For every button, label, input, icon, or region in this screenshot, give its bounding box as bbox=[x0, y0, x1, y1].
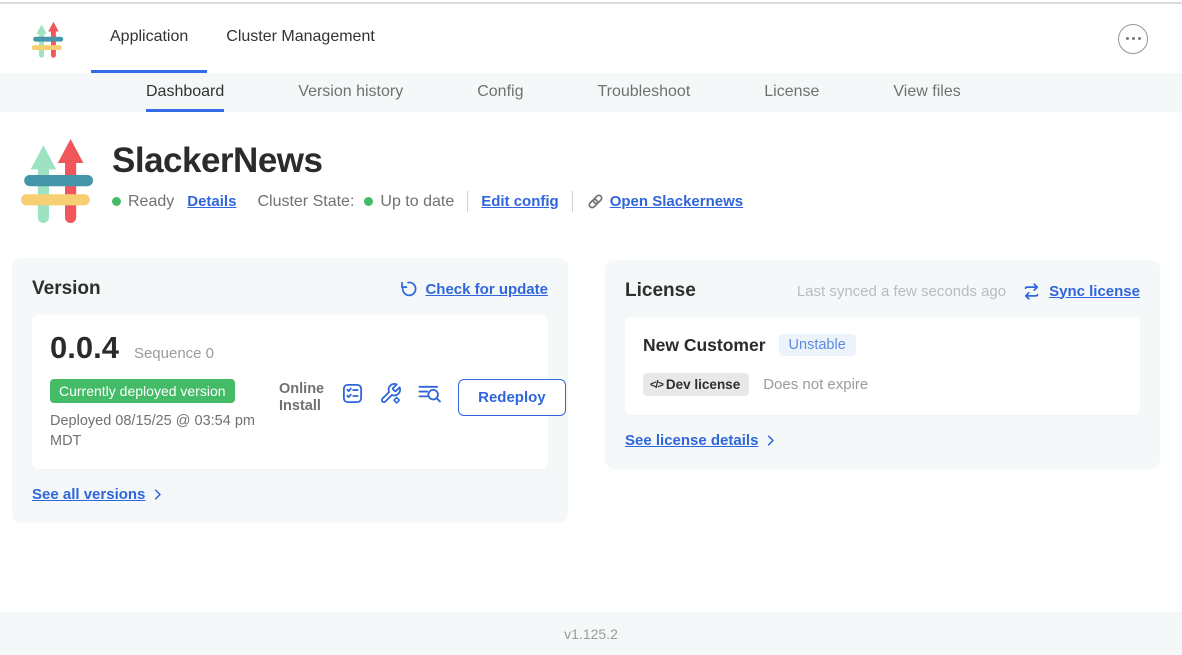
check-for-update-link[interactable]: Check for update bbox=[425, 281, 548, 298]
dashboard-cards: Version Check for update 0.0.4 Sequence … bbox=[12, 258, 1170, 523]
tab-cluster-management[interactable]: Cluster Management bbox=[207, 4, 394, 73]
edit-config-link[interactable]: Edit config bbox=[481, 193, 559, 210]
customer-name: New Customer bbox=[643, 335, 766, 356]
tab-application-label: Application bbox=[110, 28, 188, 46]
install-type-line1: Online bbox=[279, 381, 324, 398]
see-all-versions-link[interactable]: See all versions bbox=[32, 486, 145, 503]
config-wrench-icon[interactable] bbox=[379, 382, 402, 405]
check-update-group: Check for update bbox=[399, 280, 548, 298]
license-type-badge: </> Dev license bbox=[643, 373, 749, 396]
subtab-version-history-label: Version history bbox=[298, 83, 403, 101]
top-nav-right bbox=[1118, 4, 1182, 73]
deploy-logs-icon[interactable] bbox=[417, 382, 442, 405]
open-slackernews-link[interactable]: Open Slackernews bbox=[610, 193, 743, 210]
app-header-text: SlackerNews Ready Details Cluster State:… bbox=[112, 134, 743, 224]
see-all-versions-row: See all versions bbox=[32, 486, 548, 503]
current-version-panel: 0.0.4 Sequence 0 Currently deployed vers… bbox=[32, 315, 548, 469]
admin-console-screen: Application Cluster Management Dashboard… bbox=[0, 0, 1182, 655]
subtab-dashboard-label: Dashboard bbox=[146, 83, 224, 101]
divider bbox=[467, 191, 468, 212]
open-app-group: Open Slackernews bbox=[586, 192, 743, 211]
deployed-status-badge: Currently deployed version bbox=[50, 379, 235, 403]
license-detail-panel: New Customer Unstable </> Dev license Do… bbox=[625, 317, 1140, 415]
license-card: License Last synced a few seconds ago Sy… bbox=[605, 260, 1160, 469]
deployed-timestamp: Deployed 08/15/25 @ 03:54 pm MDT bbox=[50, 412, 255, 451]
cluster-state-dot bbox=[364, 197, 373, 206]
subtab-config[interactable]: Config bbox=[477, 73, 523, 112]
preflight-checks-icon[interactable] bbox=[341, 382, 364, 405]
subtab-view-files[interactable]: View files bbox=[893, 73, 960, 112]
console-version-label: v1.125.2 bbox=[564, 626, 618, 642]
cluster-state-label: Cluster State: bbox=[257, 193, 354, 211]
app-status-dot bbox=[112, 197, 121, 206]
top-nav: Application Cluster Management bbox=[0, 4, 1182, 73]
app-status-row: Ready Details Cluster State: Up to date … bbox=[112, 191, 743, 212]
subtab-license[interactable]: License bbox=[764, 73, 819, 112]
version-card: Version Check for update 0.0.4 Sequence … bbox=[12, 258, 568, 523]
slackernews-app-icon bbox=[17, 134, 97, 224]
code-brackets-icon: </> bbox=[650, 379, 663, 391]
sync-license-group: Last synced a few seconds ago Sync licen… bbox=[797, 282, 1140, 301]
see-license-details-row: See license details bbox=[625, 432, 1140, 449]
app-status-text: Ready bbox=[128, 193, 174, 211]
license-expiry-text: Does not expire bbox=[763, 376, 868, 393]
chevron-right-icon bbox=[763, 433, 778, 448]
brand-logo bbox=[30, 4, 65, 73]
version-card-header: Version Check for update bbox=[32, 278, 548, 300]
install-type-line2: Install bbox=[279, 398, 324, 415]
version-number: 0.0.4 bbox=[50, 330, 119, 366]
version-card-title: Version bbox=[32, 278, 101, 300]
see-license-details-link[interactable]: See license details bbox=[625, 432, 758, 449]
redeploy-button[interactable]: Redeploy bbox=[458, 379, 566, 416]
cluster-state-value: Up to date bbox=[380, 193, 454, 211]
refresh-icon bbox=[399, 280, 417, 298]
slackernews-logo-icon bbox=[30, 18, 65, 59]
tab-application[interactable]: Application bbox=[91, 4, 207, 73]
license-card-title: License bbox=[625, 280, 696, 302]
chevron-right-icon bbox=[150, 487, 165, 502]
subtab-config-label: Config bbox=[477, 83, 523, 101]
page-title: SlackerNews bbox=[112, 141, 743, 181]
deployed-info: Currently deployed version Deployed 08/1… bbox=[50, 379, 255, 451]
version-number-row: 0.0.4 Sequence 0 bbox=[50, 330, 530, 366]
sync-license-link[interactable]: Sync license bbox=[1049, 283, 1140, 300]
subtab-license-label: License bbox=[764, 83, 819, 101]
customer-row: New Customer Unstable bbox=[643, 334, 1122, 356]
subtab-troubleshoot[interactable]: Troubleshoot bbox=[597, 73, 690, 112]
license-type-label: Dev license bbox=[666, 377, 740, 392]
install-type-label: Online Install bbox=[279, 379, 324, 416]
last-synced-text: Last synced a few seconds ago bbox=[797, 283, 1006, 300]
sequence-label: Sequence 0 bbox=[134, 345, 214, 362]
divider bbox=[572, 191, 573, 212]
console-footer: v1.125.2 bbox=[0, 612, 1182, 655]
app-header: SlackerNews Ready Details Cluster State:… bbox=[0, 112, 1182, 224]
subtab-version-history[interactable]: Version history bbox=[298, 73, 403, 112]
app-sub-nav: Dashboard Version history Config Trouble… bbox=[0, 73, 1182, 112]
status-details-link[interactable]: Details bbox=[187, 193, 236, 210]
sync-arrows-icon bbox=[1022, 282, 1041, 301]
more-menu-icon[interactable] bbox=[1118, 24, 1148, 54]
license-type-row: </> Dev license Does not expire bbox=[643, 373, 1122, 396]
subtab-view-files-label: View files bbox=[893, 83, 960, 101]
tab-cluster-management-label: Cluster Management bbox=[226, 28, 375, 46]
license-card-header: License Last synced a few seconds ago Sy… bbox=[625, 280, 1140, 302]
subtab-troubleshoot-label: Troubleshoot bbox=[597, 83, 690, 101]
version-action-icons bbox=[341, 379, 442, 405]
version-detail-row: Currently deployed version Deployed 08/1… bbox=[50, 379, 530, 451]
top-nav-tabs: Application Cluster Management bbox=[91, 4, 394, 73]
subtab-dashboard[interactable]: Dashboard bbox=[146, 73, 224, 112]
link-chain-icon bbox=[586, 192, 605, 211]
channel-badge: Unstable bbox=[779, 334, 856, 356]
